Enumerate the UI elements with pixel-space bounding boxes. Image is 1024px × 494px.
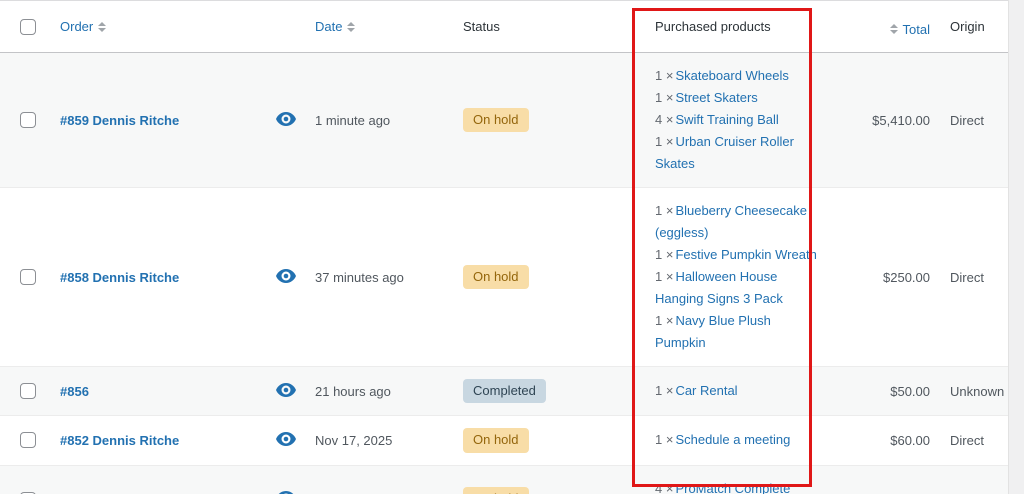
order-date: Nov 17, 2025 [305, 465, 450, 494]
order-origin: Direct [938, 53, 1008, 188]
table-row: #852 Dennis Ritche Nov 17, 2025 On hold … [0, 416, 1008, 465]
preview-eye-icon[interactable] [276, 383, 296, 397]
column-header-total[interactable]: Total [890, 22, 930, 37]
scrollbar-track[interactable] [1008, 0, 1024, 494]
order-date: 21 hours ago [305, 367, 450, 416]
product-link[interactable]: Halloween House Hanging Signs 3 Pack [655, 269, 783, 306]
order-total: $250.00 [845, 188, 938, 367]
product-line: 1 ×Schedule a meeting [655, 429, 817, 451]
column-header-order-label: Order [60, 19, 93, 34]
product-line: 1 ×Urban Cruiser Roller Skates [655, 131, 817, 175]
orders-table: Order Date Status Purchased products [0, 0, 1008, 494]
column-header-date-label: Date [315, 19, 342, 34]
product-list: 1 ×Schedule a meeting [655, 429, 817, 451]
table-row: #858 Dennis Ritche 37 minutes ago On hol… [0, 188, 1008, 367]
sort-arrows-icon [347, 22, 355, 32]
order-link[interactable]: #856 [60, 384, 89, 399]
product-line: 1 ×Street Skaters [655, 87, 817, 109]
order-origin: Direct [938, 188, 1008, 367]
product-qty: 1 × [655, 269, 673, 284]
product-link[interactable]: Street Skaters [675, 90, 757, 105]
product-link[interactable]: Skateboard Wheels [675, 68, 788, 83]
preview-eye-icon[interactable] [276, 112, 296, 126]
order-origin: Unknown [938, 367, 1008, 416]
order-total: $8,010.00 [845, 465, 938, 494]
product-qty: 1 × [655, 134, 673, 149]
preview-eye-icon[interactable] [276, 269, 296, 283]
order-total: $5,410.00 [845, 53, 938, 188]
row-checkbox[interactable] [20, 112, 36, 128]
status-badge: On hold [463, 487, 529, 494]
row-checkbox[interactable] [20, 269, 36, 285]
product-link[interactable]: Car Rental [675, 383, 737, 398]
column-header-purchased-products: Purchased products [640, 1, 845, 53]
order-date: 37 minutes ago [305, 188, 450, 367]
column-header-origin: Origin [938, 1, 1008, 53]
product-list: 1 ×Blueberry Cheesecake (eggless) 1 ×Fes… [655, 200, 817, 354]
order-date: 1 minute ago [305, 53, 450, 188]
product-link[interactable]: Schedule a meeting [675, 432, 790, 447]
row-checkbox[interactable] [20, 432, 36, 448]
order-total: $50.00 [845, 367, 938, 416]
column-header-order[interactable]: Order [60, 19, 106, 34]
product-line: 1 ×Blueberry Cheesecake (eggless) [655, 200, 817, 244]
product-line: 1 ×Navy Blue Plush Pumpkin [655, 310, 817, 354]
select-all-checkbox[interactable] [20, 19, 36, 35]
preview-eye-icon[interactable] [276, 432, 296, 446]
product-link[interactable]: Swift Training Ball [675, 112, 778, 127]
product-qty: 1 × [655, 313, 673, 328]
status-badge: On hold [463, 265, 529, 289]
status-badge: On hold [463, 108, 529, 132]
order-link[interactable]: #858 Dennis Ritche [60, 270, 179, 285]
order-link[interactable]: #859 Dennis Ritche [60, 113, 179, 128]
product-line: 1 ×Skateboard Wheels [655, 65, 817, 87]
order-origin: Direct [938, 465, 1008, 494]
column-header-total-label: Total [903, 22, 930, 37]
table-row: #856 21 hours ago Completed 1 ×Car Renta… [0, 367, 1008, 416]
product-qty: 1 × [655, 383, 673, 398]
product-qty: 4 × [655, 112, 673, 127]
product-line: 1 ×Festive Pumpkin Wreath [655, 244, 817, 266]
product-line: 1 ×Car Rental [655, 380, 817, 402]
column-header-status: Status [450, 1, 640, 53]
product-qty: 1 × [655, 68, 673, 83]
product-qty: 1 × [655, 90, 673, 105]
table-row: #851 Dennis Ritche Nov 17, 2025 On hold … [0, 465, 1008, 494]
orders-page: Order Date Status Purchased products [0, 0, 1024, 494]
product-list: 4 ×ProMatch Complete Football Kit [655, 478, 817, 494]
order-link[interactable]: #852 Dennis Ritche [60, 433, 179, 448]
product-qty: 4 × [655, 481, 673, 494]
order-origin: Direct [938, 416, 1008, 465]
product-link[interactable]: Urban Cruiser Roller Skates [655, 134, 794, 171]
table-header-row: Order Date Status Purchased products [0, 1, 1008, 53]
product-line: 1 ×Halloween House Hanging Signs 3 Pack [655, 266, 817, 310]
order-date: Nov 17, 2025 [305, 416, 450, 465]
status-badge: On hold [463, 428, 529, 452]
sort-arrows-icon [98, 22, 106, 32]
table-row: #859 Dennis Ritche 1 minute ago On hold … [0, 53, 1008, 188]
product-line: 4 ×ProMatch Complete Football Kit [655, 478, 817, 494]
product-qty: 1 × [655, 432, 673, 447]
product-link[interactable]: Festive Pumpkin Wreath [675, 247, 816, 262]
product-link[interactable]: Blueberry Cheesecake (eggless) [655, 203, 807, 240]
product-list: 1 ×Car Rental [655, 380, 817, 402]
sort-arrows-icon [890, 24, 898, 34]
order-total: $60.00 [845, 416, 938, 465]
status-badge: Completed [463, 379, 546, 403]
product-line: 4 ×Swift Training Ball [655, 109, 817, 131]
product-list: 1 ×Skateboard Wheels 1 ×Street Skaters 4… [655, 65, 817, 175]
product-qty: 1 × [655, 247, 673, 262]
column-header-date[interactable]: Date [315, 19, 355, 34]
product-link[interactable]: ProMatch Complete Football Kit [655, 481, 790, 494]
column-header-preview [268, 1, 305, 53]
row-checkbox[interactable] [20, 383, 36, 399]
product-qty: 1 × [655, 203, 673, 218]
